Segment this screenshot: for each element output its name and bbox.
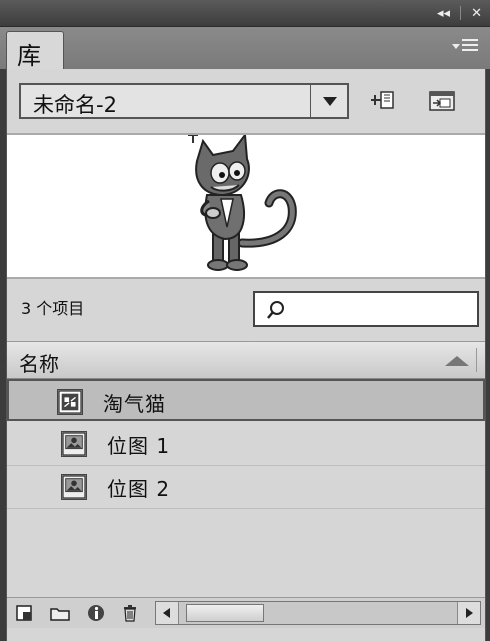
movieclip-symbol-icon (57, 389, 83, 415)
new-folder-icon[interactable] (49, 604, 71, 622)
bitmap-icon (61, 431, 87, 457)
panel-titlebar: ◂◂ ✕ (0, 0, 490, 27)
search-input[interactable] (253, 291, 479, 327)
scroll-right-icon[interactable] (457, 602, 480, 624)
menu-arrow-icon (452, 44, 460, 49)
scrollbar-thumb[interactable] (186, 604, 264, 622)
list-item[interactable]: 位图 1 (7, 423, 485, 466)
delete-icon[interactable] (121, 604, 139, 622)
document-select-value: 未命名-2 (33, 93, 117, 117)
bitmap-icon (61, 474, 87, 500)
list-item[interactable]: 位图 2 (7, 466, 485, 509)
close-icon[interactable]: ✕ (471, 6, 482, 21)
sort-ascending-icon[interactable] (445, 356, 469, 366)
properties-icon[interactable] (87, 604, 105, 622)
cat-character-preview (188, 132, 297, 271)
scroll-left-icon[interactable] (156, 602, 179, 624)
symbol-preview (7, 132, 485, 279)
list-item-label: 位图 1 (107, 434, 171, 458)
new-library-panel-icon[interactable] (427, 89, 457, 113)
library-panel: ◂◂ ✕ 库 未命名-2 3 个项目 名称 淘气猫 位图 1 位图 2 (0, 0, 490, 641)
item-count: 3 个项目 (21, 299, 85, 318)
tab-library-label: 库 (17, 42, 41, 70)
chevron-down-icon[interactable] (310, 85, 347, 117)
tab-library[interactable]: 库 (6, 31, 64, 70)
panel-menu-icon[interactable] (452, 37, 480, 57)
column-header-name[interactable]: 名称 (7, 341, 485, 379)
list-item-label: 淘气猫 (103, 392, 166, 416)
collapse-icon[interactable]: ◂◂ (437, 6, 450, 21)
search-icon (267, 301, 284, 319)
document-select[interactable]: 未命名-2 (19, 83, 349, 119)
titlebar-divider (460, 6, 462, 20)
pin-library-icon[interactable] (369, 89, 399, 113)
new-symbol-icon[interactable] (15, 604, 33, 622)
list-item-label: 位图 2 (107, 477, 171, 501)
column-header-label: 名称 (19, 352, 59, 376)
tab-row: 库 (0, 27, 490, 70)
library-footer (7, 597, 485, 628)
list-item[interactable]: 淘气猫 (7, 379, 485, 421)
horizontal-scrollbar[interactable] (155, 601, 481, 625)
library-body: 未命名-2 3 个项目 名称 淘气猫 位图 1 位图 2 (6, 69, 486, 641)
column-divider (476, 348, 477, 372)
